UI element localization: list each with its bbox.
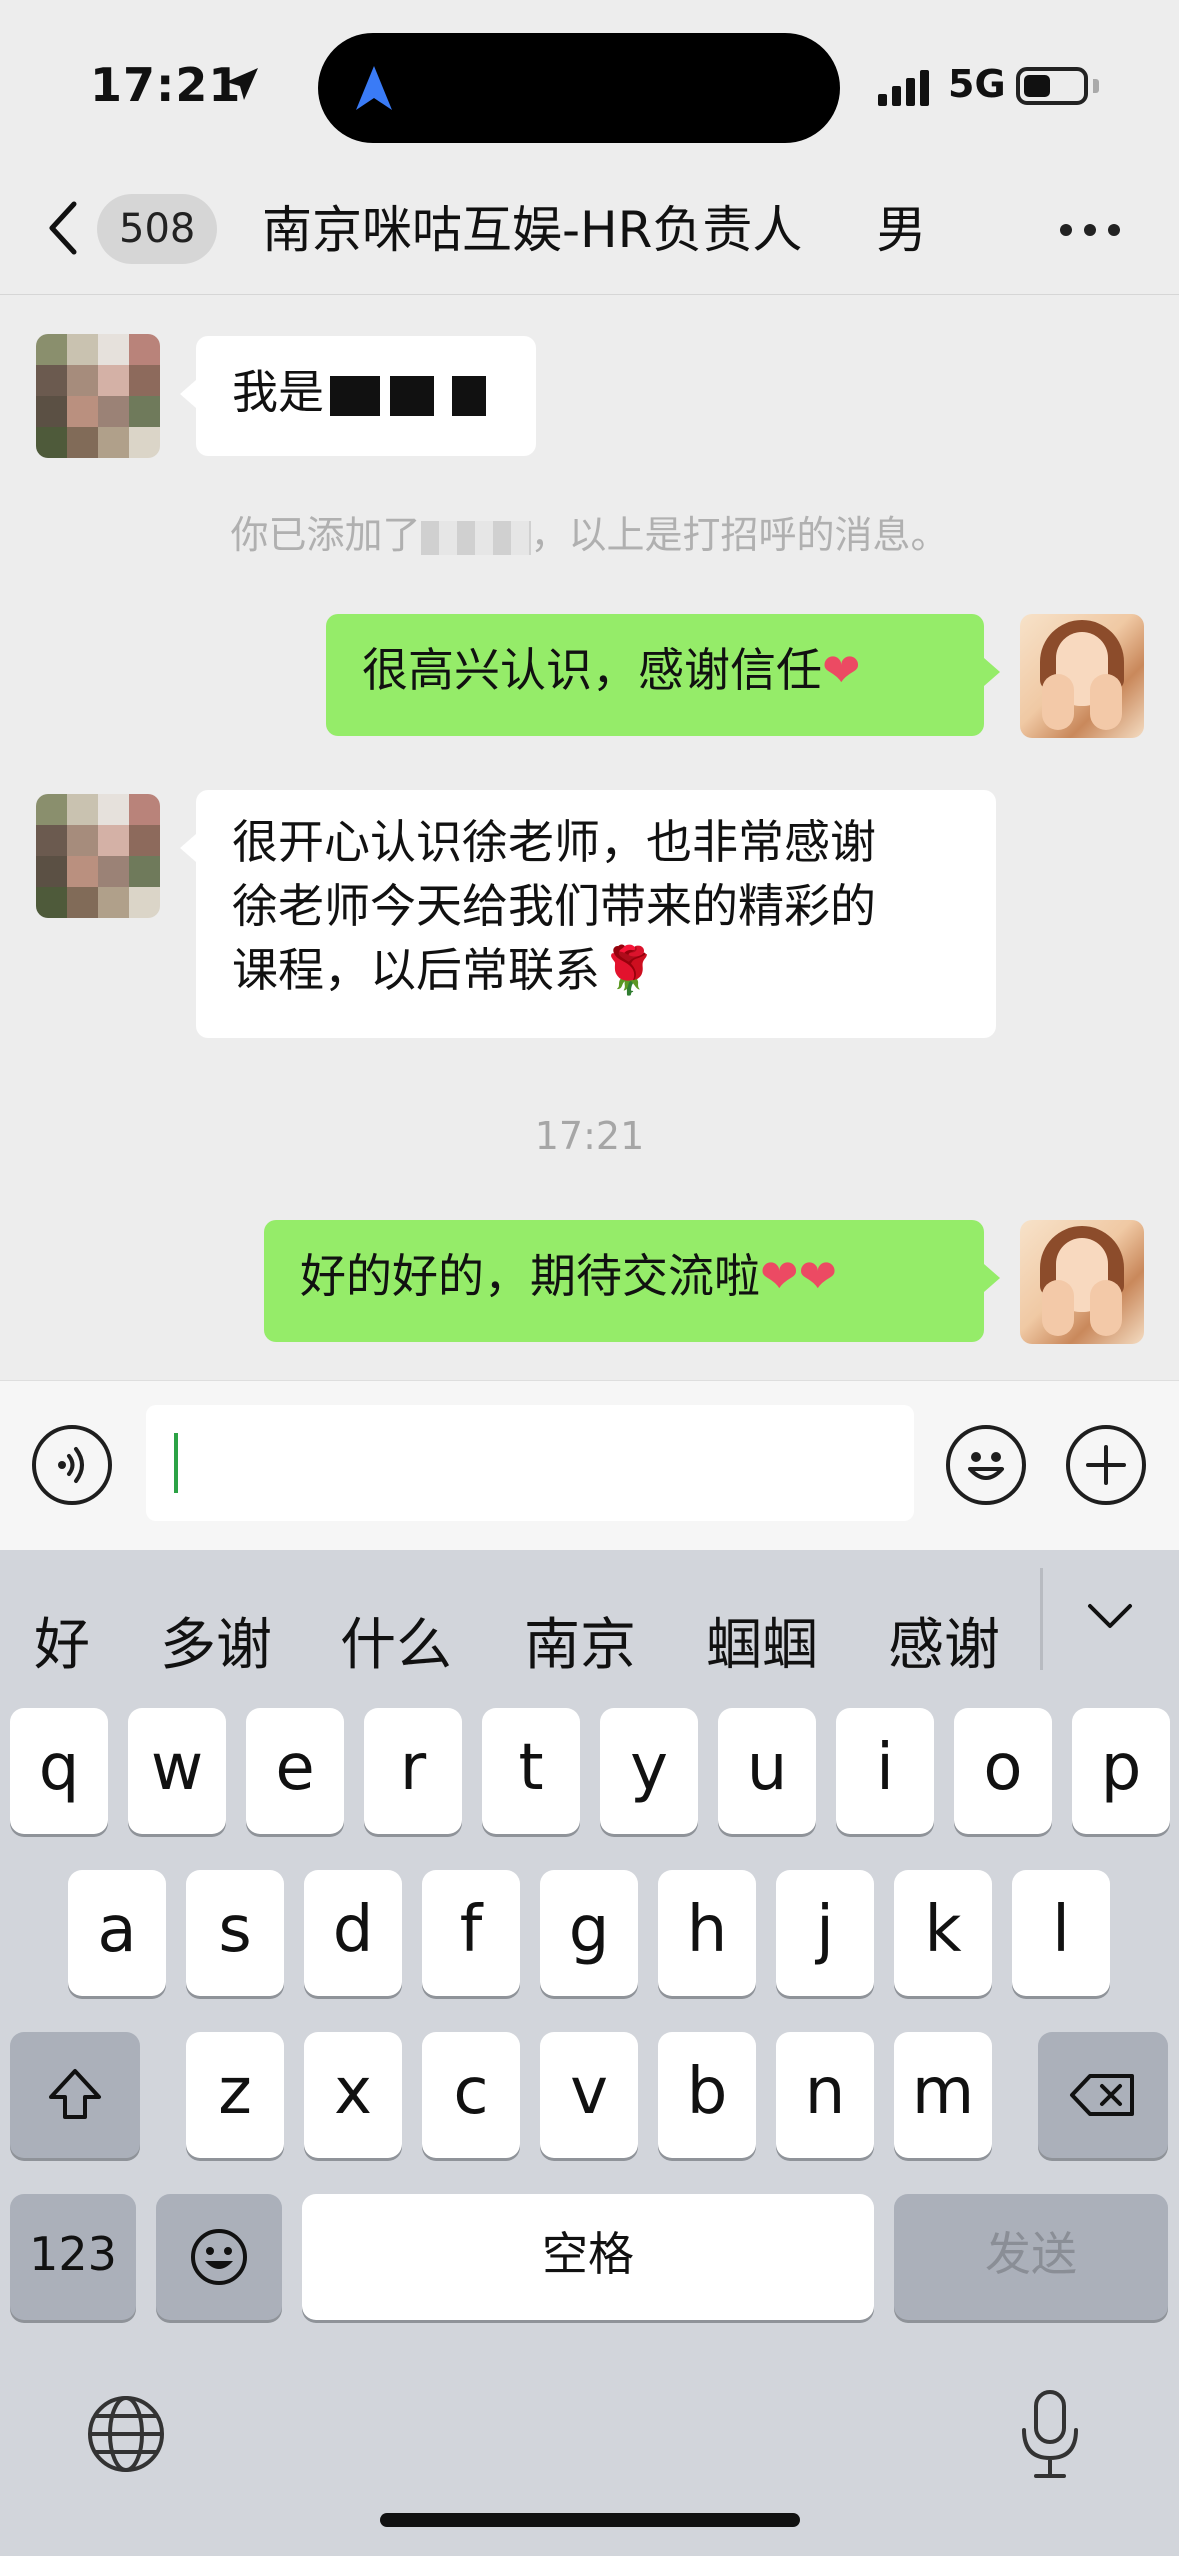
message-line: 课程，以后常联系 bbox=[232, 943, 600, 997]
key-c[interactable]: c bbox=[422, 2032, 520, 2158]
redacted-block bbox=[452, 375, 486, 416]
candidate-word[interactable]: 南京 bbox=[524, 1600, 636, 1681]
message-line-last: 课程，以后常联系🌹 bbox=[232, 938, 960, 1002]
shift-key[interactable] bbox=[10, 2032, 140, 2158]
plus-icon[interactable] bbox=[1066, 1425, 1146, 1505]
status-time: 17:21 bbox=[90, 58, 242, 112]
heart-emoji: ❤❤ bbox=[760, 1249, 838, 1303]
key-u[interactable]: u bbox=[718, 1708, 816, 1834]
candidate-word[interactable]: 什么 bbox=[340, 1600, 452, 1681]
key-q[interactable]: q bbox=[10, 1708, 108, 1834]
key-j[interactable]: j bbox=[776, 1870, 874, 1996]
input-bar bbox=[0, 1380, 1179, 1551]
system-notice-after: ，以上是打招呼的消息。 bbox=[530, 513, 949, 557]
message-text: 很高兴认识，感谢信任 bbox=[362, 643, 822, 697]
message-timestamp: 17:21 bbox=[534, 1114, 645, 1158]
message-line: 很开心认识徐老师，也非常感谢 bbox=[232, 815, 876, 869]
key-a[interactable]: a bbox=[68, 1870, 166, 1996]
chat-title-text: 南京咪咕互娱-HR负责人 bbox=[262, 201, 803, 259]
rose-emoji: 🌹 bbox=[600, 943, 658, 997]
send-key[interactable]: 发送 bbox=[894, 2194, 1168, 2320]
message-input[interactable] bbox=[146, 1405, 914, 1521]
battery-tip bbox=[1093, 79, 1099, 93]
key-e[interactable]: e bbox=[246, 1708, 344, 1834]
more-dots-icon[interactable] bbox=[1060, 210, 1140, 250]
key-z[interactable]: z bbox=[186, 2032, 284, 2158]
key-t[interactable]: t bbox=[482, 1708, 580, 1834]
contact-avatar[interactable] bbox=[36, 794, 160, 918]
redacted-block bbox=[420, 520, 531, 555]
globe-icon[interactable] bbox=[84, 2392, 168, 2476]
home-indicator[interactable] bbox=[380, 2513, 800, 2527]
space-key[interactable]: 空格 bbox=[302, 2194, 874, 2320]
emoji-key-icon bbox=[191, 2229, 247, 2286]
battery-icon bbox=[1016, 67, 1088, 105]
my-avatar[interactable] bbox=[1020, 1220, 1144, 1344]
message-text: 好的好的，期待交流啦 bbox=[300, 1249, 760, 1303]
key-f[interactable]: f bbox=[422, 1870, 520, 1996]
heart-emoji: ❤ bbox=[822, 643, 861, 697]
candidate-word[interactable]: 多谢 bbox=[160, 1600, 272, 1681]
message-line: 徐老师今天给我们带来的精彩的 bbox=[232, 879, 876, 933]
system-notice: 你已添加了 ，以上是打招呼的消息。 bbox=[0, 504, 1179, 559]
collapse-chevron-icon[interactable] bbox=[1082, 1592, 1138, 1642]
shift-icon bbox=[49, 2069, 101, 2120]
outgoing-message[interactable]: 很高兴认识，感谢信任❤ bbox=[326, 614, 1000, 736]
keyboard: 好 多谢 什么 南京 蝈蝈 感谢 q w e r t y u i o p a s… bbox=[0, 1550, 1179, 2556]
system-notice-before: 你已添加了 bbox=[230, 513, 421, 557]
emoji-icon[interactable] bbox=[946, 1425, 1026, 1505]
network-type: 5G bbox=[948, 62, 1006, 106]
candidate-word[interactable]: 好 bbox=[34, 1600, 90, 1681]
voice-icon[interactable] bbox=[32, 1425, 112, 1505]
text-caret bbox=[174, 1433, 178, 1493]
emoji-key[interactable] bbox=[156, 2194, 282, 2320]
key-w[interactable]: w bbox=[128, 1708, 226, 1834]
delete-icon bbox=[1070, 2074, 1134, 2117]
key-n[interactable]: n bbox=[776, 2032, 874, 2158]
key-r[interactable]: r bbox=[364, 1708, 462, 1834]
candidate-divider bbox=[1040, 1568, 1043, 1670]
key-b[interactable]: b bbox=[658, 2032, 756, 2158]
numbers-key[interactable]: 123 bbox=[10, 2194, 136, 2320]
key-s[interactable]: s bbox=[186, 1870, 284, 1996]
key-d[interactable]: d bbox=[304, 1870, 402, 1996]
key-p[interactable]: p bbox=[1072, 1708, 1170, 1834]
key-i[interactable]: i bbox=[836, 1708, 934, 1834]
key-v[interactable]: v bbox=[540, 2032, 638, 2158]
unread-count-badge[interactable]: 508 bbox=[97, 194, 218, 264]
signal-icon bbox=[878, 70, 929, 106]
delete-key[interactable] bbox=[1038, 2032, 1168, 2158]
mic-icon[interactable] bbox=[1010, 2386, 1090, 2482]
chat-title-suffix: 男 bbox=[876, 201, 927, 259]
key-m[interactable]: m bbox=[894, 2032, 992, 2158]
key-h[interactable]: h bbox=[658, 1870, 756, 1996]
redacted-block bbox=[806, 213, 877, 254]
incoming-message[interactable]: 我是 bbox=[180, 336, 536, 456]
status-bar: 17:21 5G bbox=[0, 0, 1179, 170]
candidate-word[interactable]: 蝈蝈 bbox=[706, 1600, 818, 1681]
outgoing-message[interactable]: 好的好的，期待交流啦❤❤ bbox=[264, 1220, 1000, 1342]
incoming-message[interactable]: 很开心认识徐老师，也非常感谢 徐老师今天给我们带来的精彩的 课程，以后常联系🌹 bbox=[180, 790, 996, 1038]
contact-avatar[interactable] bbox=[36, 334, 160, 458]
redacted-block bbox=[330, 375, 380, 416]
candidate-word[interactable]: 感谢 bbox=[888, 1600, 1000, 1681]
key-y[interactable]: y bbox=[600, 1708, 698, 1834]
message-text: 我是 bbox=[232, 365, 324, 419]
redacted-block bbox=[390, 375, 434, 416]
chat-title: 南京咪咕互娱-HR负责人 男 bbox=[262, 198, 926, 262]
chat-header: 508 南京咪咕互娱-HR负责人 男 bbox=[0, 170, 1179, 295]
location-arrow-icon bbox=[226, 68, 258, 100]
key-g[interactable]: g bbox=[540, 1870, 638, 1996]
my-avatar[interactable] bbox=[1020, 614, 1144, 738]
navigation-arrow-icon bbox=[356, 66, 392, 110]
dynamic-island bbox=[318, 33, 840, 143]
key-o[interactable]: o bbox=[954, 1708, 1052, 1834]
key-l[interactable]: l bbox=[1012, 1870, 1110, 1996]
back-chevron-icon[interactable] bbox=[40, 198, 90, 258]
key-k[interactable]: k bbox=[894, 1870, 992, 1996]
key-x[interactable]: x bbox=[304, 2032, 402, 2158]
